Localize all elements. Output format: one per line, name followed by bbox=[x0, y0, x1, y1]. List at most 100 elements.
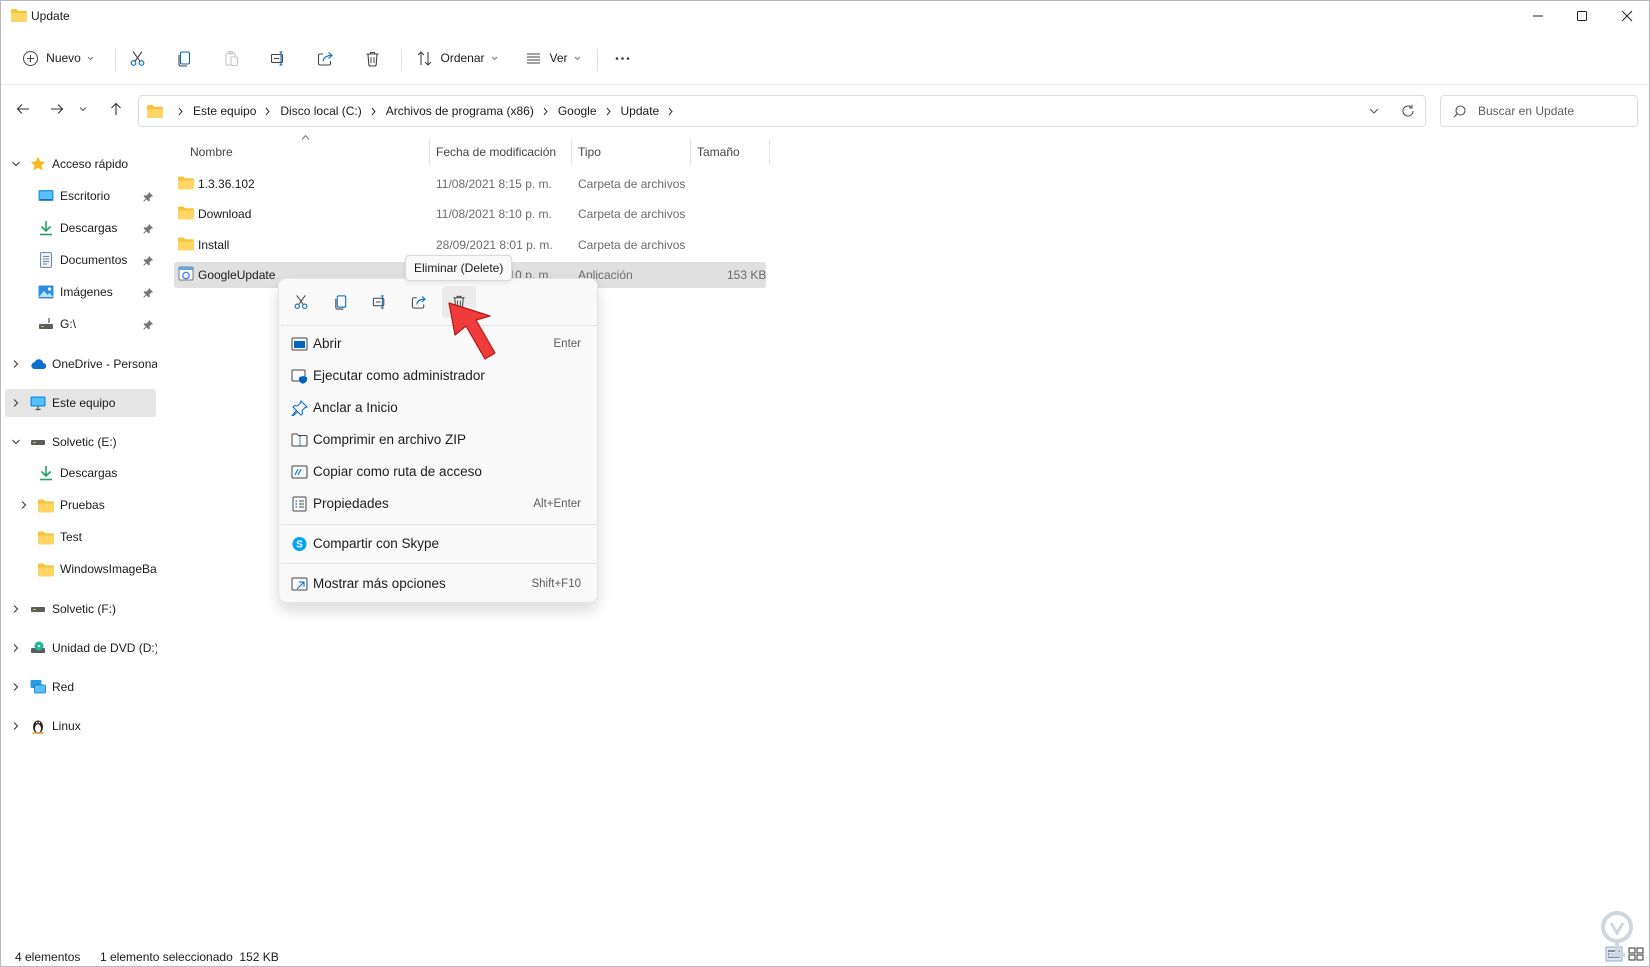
refresh-icon[interactable] bbox=[1401, 104, 1415, 118]
sidebar-item-solvetic-e[interactable]: Solvetic (E:) bbox=[7, 428, 157, 456]
up-button[interactable] bbox=[104, 97, 128, 121]
search-input[interactable] bbox=[1478, 104, 1628, 118]
menu-item-share-skype[interactable]: S Compartir con Skype bbox=[285, 529, 591, 559]
sidebar-item-documents[interactable]: Documentos bbox=[7, 246, 157, 274]
more-options-icon bbox=[291, 577, 308, 591]
sidebar-item-e-downloads[interactable]: Descargas bbox=[7, 459, 157, 487]
breadcrumb-local-disk[interactable]: Disco local (C:) bbox=[280, 104, 361, 118]
application-icon bbox=[178, 266, 194, 281]
file-row[interactable]: 1.3.36.102 11/08/2021 8:15 p. m. Carpeta… bbox=[174, 171, 766, 197]
delete-button[interactable] bbox=[356, 39, 388, 77]
sidebar-item-network[interactable]: Red bbox=[7, 673, 157, 701]
menu-item-copy-path[interactable]: Copiar como ruta de acceso bbox=[285, 457, 591, 487]
rename-button[interactable] bbox=[262, 39, 294, 77]
network-icon bbox=[30, 680, 46, 694]
sidebar-item-downloads[interactable]: Descargas bbox=[7, 214, 157, 242]
sidebar-item-windowsimagebackup[interactable]: WindowsImageBackup bbox=[7, 555, 157, 583]
scissors-icon bbox=[294, 295, 308, 309]
breadcrumb-google[interactable]: Google bbox=[558, 104, 597, 118]
chevron-down-icon bbox=[87, 56, 94, 60]
sidebar-item-quick-access[interactable]: Acceso rápido bbox=[7, 150, 157, 178]
sidebar-item-test[interactable]: Test bbox=[7, 523, 157, 551]
chevron-down-icon bbox=[491, 56, 497, 60]
menu-item-open[interactable]: Abrir Enter bbox=[285, 329, 591, 359]
breadcrumb: Este equipo Disco local (C:) Archivos de… bbox=[169, 104, 683, 118]
breadcrumb-program-files[interactable]: Archivos de programa (x86) bbox=[386, 104, 534, 118]
sidebar-item-onedrive[interactable]: OneDrive - Personal bbox=[7, 350, 157, 378]
share-button[interactable] bbox=[309, 39, 341, 77]
menu-divider bbox=[281, 325, 597, 326]
column-divider[interactable] bbox=[429, 139, 430, 165]
sidebar-item-pictures[interactable]: Imágenes bbox=[7, 278, 157, 306]
sort-button[interactable]: Ordenar bbox=[411, 39, 503, 77]
forward-button[interactable] bbox=[45, 97, 69, 121]
menu-item-compress-zip[interactable]: Comprimir en archivo ZIP bbox=[285, 425, 591, 455]
sort-ascending-icon bbox=[301, 134, 310, 140]
menu-item-pin-to-start[interactable]: Anclar a Inicio bbox=[285, 393, 591, 423]
column-divider[interactable] bbox=[571, 139, 572, 165]
sidebar-item-linux[interactable]: Linux bbox=[7, 712, 157, 740]
sidebar-item-label: Linux bbox=[52, 719, 81, 733]
sidebar-item-dvd[interactable]: Unidad de DVD (D:) bbox=[7, 634, 157, 662]
column-header-type[interactable]: Tipo bbox=[578, 139, 601, 165]
column-header-modified[interactable]: Fecha de modificación bbox=[436, 139, 556, 165]
download-icon bbox=[40, 221, 52, 236]
chevron-down-icon[interactable] bbox=[1368, 105, 1380, 117]
toolbar-divider bbox=[1, 84, 1649, 85]
sidebar-item-solvetic-f[interactable]: Solvetic (F:) bbox=[7, 595, 157, 623]
new-button[interactable]: Nuevo bbox=[17, 39, 99, 77]
menu-item-properties[interactable]: Propiedades Alt+Enter bbox=[285, 489, 591, 519]
file-row[interactable]: Download 11/08/2021 8:10 p. m. Carpeta d… bbox=[174, 201, 766, 227]
close-button[interactable] bbox=[1604, 1, 1650, 31]
context-share-button[interactable] bbox=[402, 286, 436, 318]
menu-item-label: Abrir bbox=[313, 336, 342, 351]
search-box[interactable] bbox=[1440, 95, 1638, 127]
column-header-size[interactable]: Tamaño bbox=[697, 139, 740, 165]
more-options-button[interactable] bbox=[605, 39, 639, 77]
maximize-icon bbox=[1577, 11, 1587, 21]
rename-icon bbox=[372, 295, 385, 309]
menu-item-more-options[interactable]: Mostrar más opciones Shift+F10 bbox=[285, 569, 591, 599]
cut-button[interactable] bbox=[121, 39, 153, 77]
status-item-count: 4 elementos bbox=[15, 950, 81, 964]
menu-item-run-as-admin[interactable]: Ejecutar como administrador bbox=[285, 361, 591, 391]
zip-folder-icon bbox=[291, 433, 308, 447]
sidebar-item-this-pc[interactable]: Este equipo bbox=[5, 389, 156, 417]
chevron-right-icon bbox=[371, 107, 376, 115]
menu-item-shortcut: Enter bbox=[553, 338, 582, 350]
minimize-button[interactable] bbox=[1515, 1, 1561, 31]
view-button[interactable]: Ver bbox=[519, 39, 587, 77]
column-divider[interactable] bbox=[690, 139, 691, 165]
pin-icon bbox=[143, 320, 153, 330]
sidebar-item-label: G:\ bbox=[60, 317, 77, 331]
column-divider[interactable] bbox=[769, 139, 770, 165]
sidebar-item-label: Red bbox=[52, 680, 75, 694]
breadcrumb-update[interactable]: Update bbox=[621, 104, 660, 118]
column-header-name[interactable]: Nombre bbox=[190, 139, 233, 165]
sidebar-item-label: Test bbox=[60, 530, 83, 544]
context-rename-button[interactable] bbox=[363, 286, 397, 318]
paste-button[interactable] bbox=[215, 39, 247, 77]
recent-locations-button[interactable] bbox=[75, 97, 91, 121]
copy-button[interactable] bbox=[168, 39, 200, 77]
pin-icon bbox=[143, 224, 153, 234]
breadcrumb-this-pc[interactable]: Este equipo bbox=[193, 104, 256, 118]
file-type: Carpeta de archivos bbox=[578, 177, 686, 191]
file-name: Install bbox=[198, 238, 230, 252]
navigation-pane: Acceso rápido Escritorio Descargas Docum… bbox=[1, 141, 159, 921]
context-cut-button[interactable] bbox=[284, 286, 318, 318]
context-copy-button[interactable] bbox=[324, 286, 358, 318]
address-bar[interactable]: Este equipo Disco local (C:) Archivos de… bbox=[138, 95, 1426, 127]
file-type: Carpeta de archivos bbox=[578, 207, 686, 221]
maximize-button[interactable] bbox=[1559, 1, 1605, 31]
sidebar-item-desktop[interactable]: Escritorio bbox=[7, 182, 157, 210]
file-size: 153 KB bbox=[727, 268, 767, 282]
folder-icon bbox=[178, 206, 194, 220]
window-title: Update bbox=[31, 9, 70, 23]
sidebar-item-pruebas[interactable]: Pruebas bbox=[7, 491, 157, 519]
folder-icon bbox=[178, 237, 194, 251]
chevron-right-icon bbox=[21, 501, 27, 509]
pin-icon bbox=[291, 400, 308, 416]
back-button[interactable] bbox=[11, 97, 35, 121]
sidebar-item-g-drive[interactable]: G:\ bbox=[7, 310, 157, 338]
